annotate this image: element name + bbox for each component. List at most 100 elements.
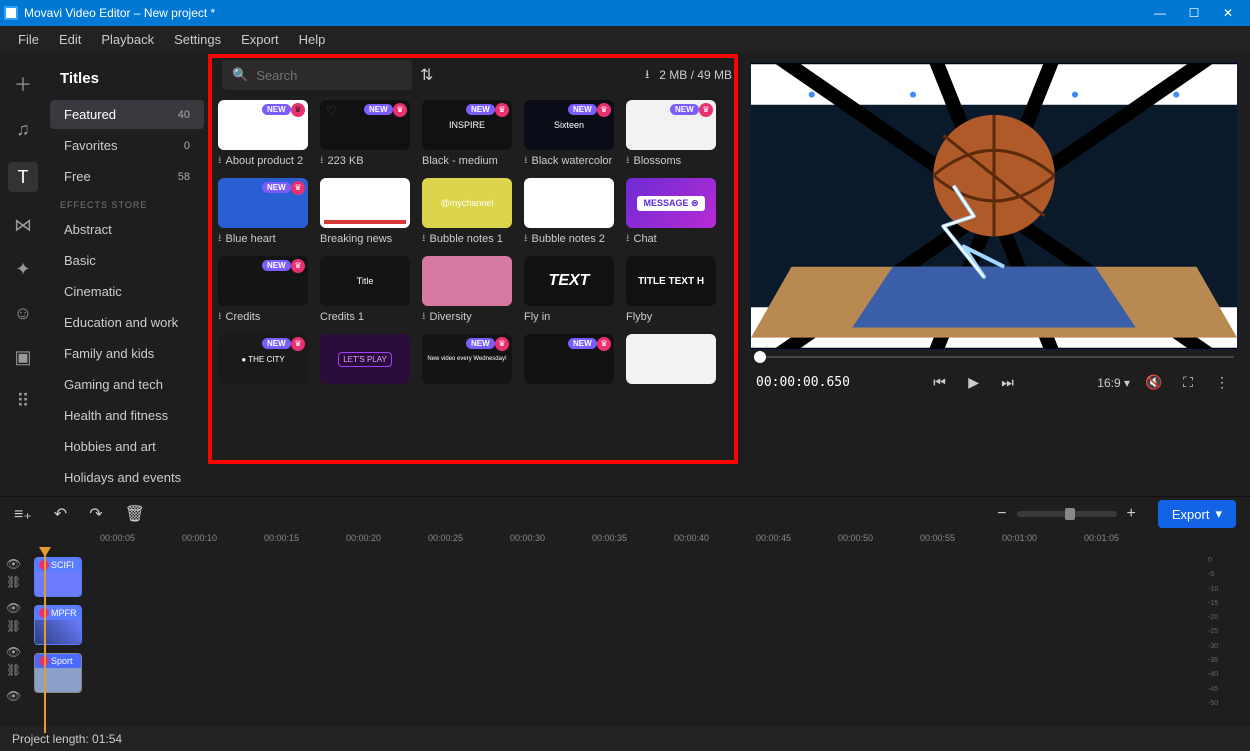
audio-meter: 0-5-10-15-20-25-30-35-40-45-50 (1208, 557, 1242, 707)
title-card-label: Credits (226, 310, 261, 324)
category-cinematic[interactable]: Cinematic (50, 277, 204, 306)
title-card[interactable]: TEXTFly in (524, 256, 614, 324)
ruler-tick: 00:00:05 (100, 533, 135, 543)
title-card-label: Bubble notes 2 (532, 232, 605, 246)
scrub-bar[interactable] (754, 352, 1234, 362)
category-abstract[interactable]: Abstract (50, 215, 204, 244)
category-family[interactable]: Family and kids (50, 339, 204, 368)
zoom-out-icon[interactable]: − (997, 505, 1006, 523)
title-card[interactable]: @mychannel⭳Bubble notes 1 (422, 178, 512, 246)
title-card[interactable]: INSPIRENEW♛Black - medium (422, 100, 512, 168)
timeline-tracks[interactable]: 👁 ⛓ 👁 ⛓ 👁 ⛓ 👁 SCIFI MPFR Sport 0-5-10-15-20-2… (0, 553, 1250, 713)
transitions-icon[interactable]: ⋈ (12, 214, 34, 236)
menu-export[interactable]: Export (241, 32, 279, 47)
category-education[interactable]: Education and work (50, 308, 204, 337)
export-button[interactable]: Export▾ (1158, 500, 1236, 528)
title-card-label: Flyby (626, 310, 652, 324)
new-badge: NEW (364, 104, 393, 115)
mute-button[interactable]: 🔇 (1144, 374, 1164, 391)
menu-edit[interactable]: Edit (59, 32, 81, 47)
next-frame-button[interactable]: ⏭ (998, 374, 1018, 391)
menu-help[interactable]: Help (299, 32, 326, 47)
menu-file[interactable]: File (18, 32, 39, 47)
tool-column: ＋ ♫ T ⋈ ✦ ☺ ▣ ⠿ (0, 52, 46, 496)
audio-icon[interactable]: ♫ (12, 118, 34, 140)
new-badge: NEW (670, 104, 699, 115)
timeline-clip[interactable]: SCIFI (34, 557, 82, 597)
title-card[interactable]: TitleCredits 1 (320, 256, 410, 324)
category-basic[interactable]: Basic (50, 246, 204, 275)
link-track-icon[interactable]: ⛓ (6, 575, 21, 589)
category-hobbies[interactable]: Hobbies and art (50, 432, 204, 461)
title-card[interactable]: LET'S PLAY (320, 334, 410, 388)
sort-icon[interactable]: ⇅ (420, 65, 433, 85)
title-card[interactable]: ⭳Diversity (422, 256, 512, 324)
fullscreen-button[interactable]: ⛶ (1178, 374, 1198, 391)
redo-button[interactable]: ↷ (89, 504, 102, 524)
ruler-tick: 00:00:20 (346, 533, 381, 543)
stickers-icon[interactable]: ☺ (12, 302, 34, 324)
search-input[interactable]: 🔍 (222, 60, 412, 90)
title-card[interactable]: TITLE TEXT HFlyby (626, 256, 716, 324)
title-card[interactable]: NEW♛ (524, 334, 614, 388)
zoom-in-icon[interactable]: + (1127, 505, 1136, 523)
ruler-tick: 00:00:50 (838, 533, 873, 543)
menu-playback[interactable]: Playback (101, 32, 154, 47)
zoom-control[interactable]: − + (997, 505, 1136, 523)
premium-badge: ♛ (291, 259, 305, 273)
visibility-icon[interactable]: 👁 (6, 645, 21, 659)
link-track-icon[interactable]: ⛓ (6, 619, 21, 633)
add-track-icon[interactable]: ≡₊ (14, 504, 32, 524)
premium-badge: ♛ (597, 103, 611, 117)
title-card[interactable]: @mychannel⭳Bubble notes 2 (524, 178, 614, 246)
category-holidays[interactable]: Holidays and events (50, 463, 204, 492)
timeline-clip[interactable]: MPFR (34, 605, 82, 645)
search-field[interactable] (256, 68, 402, 83)
preview-canvas[interactable] (750, 62, 1238, 350)
title-card[interactable]: NEW♛⭳Blue heart (218, 178, 308, 246)
undo-button[interactable]: ↶ (54, 504, 67, 524)
title-card[interactable]: MESSAGE ⊜⭳Chat (626, 178, 716, 246)
title-card[interactable]: NEW♛⭳Credits (218, 256, 308, 324)
title-card[interactable] (626, 334, 716, 388)
category-featured[interactable]: Featured 40 (50, 100, 204, 129)
visibility-icon[interactable]: 👁 (6, 689, 21, 703)
title-card[interactable]: NEW♛⭳Blossoms (626, 100, 716, 168)
title-card[interactable]: Breaking news (320, 178, 410, 246)
maximize-button[interactable]: ☐ (1186, 6, 1202, 20)
preview-menu-button[interactable]: ⋮ (1212, 374, 1232, 391)
menu-settings[interactable]: Settings (174, 32, 221, 47)
category-favorites[interactable]: Favorites 0 (50, 131, 204, 160)
category-health[interactable]: Health and fitness (50, 401, 204, 430)
visibility-icon[interactable]: 👁 (6, 601, 21, 615)
play-button[interactable]: ▶ (964, 374, 984, 391)
add-media-icon[interactable]: ＋ (12, 74, 34, 96)
category-gaming[interactable]: Gaming and tech (50, 370, 204, 399)
playhead[interactable] (44, 553, 46, 733)
premium-badge: ♛ (495, 337, 509, 351)
more-tools-icon[interactable]: ⠿ (12, 390, 34, 412)
new-badge: NEW (262, 182, 291, 193)
premium-badge: ♛ (291, 103, 305, 117)
title-card[interactable]: NEW♛⭳About product 2 (218, 100, 308, 168)
delete-button[interactable]: 🗑 (125, 504, 145, 524)
timeline-ruler[interactable]: 00:00:0500:00:1000:00:1500:00:2000:00:25… (0, 531, 1250, 553)
preview-time: 00:00:00.650 (756, 375, 850, 390)
title-card[interactable]: New video every Wednesday!NEW♛ (422, 334, 512, 388)
close-button[interactable]: ✕ (1220, 6, 1236, 20)
download-icon[interactable]: ⭳ (645, 65, 649, 86)
effects-icon[interactable]: ✦ (12, 258, 34, 280)
link-track-icon[interactable]: ⛓ (6, 663, 21, 677)
titles-icon[interactable]: T (8, 162, 38, 192)
record-icon[interactable]: ▣ (12, 346, 34, 368)
title-card[interactable]: ● THE CITYNEW♛ (218, 334, 308, 388)
timeline-clip[interactable]: Sport (34, 653, 82, 693)
aspect-ratio-button[interactable]: 16:9 ▾ (1097, 376, 1130, 390)
minimize-button[interactable]: — (1152, 6, 1168, 20)
title-card[interactable]: SixteenNEW♛⭳Black watercolor (524, 100, 614, 168)
category-free[interactable]: Free 58 (50, 162, 204, 191)
prev-frame-button[interactable]: ⏮ (930, 374, 950, 391)
visibility-icon[interactable]: 👁 (6, 557, 21, 571)
title-card-label: Bubble notes 1 (430, 232, 503, 246)
title-card[interactable]: ♡NEW♛⭳223 KB (320, 100, 410, 168)
